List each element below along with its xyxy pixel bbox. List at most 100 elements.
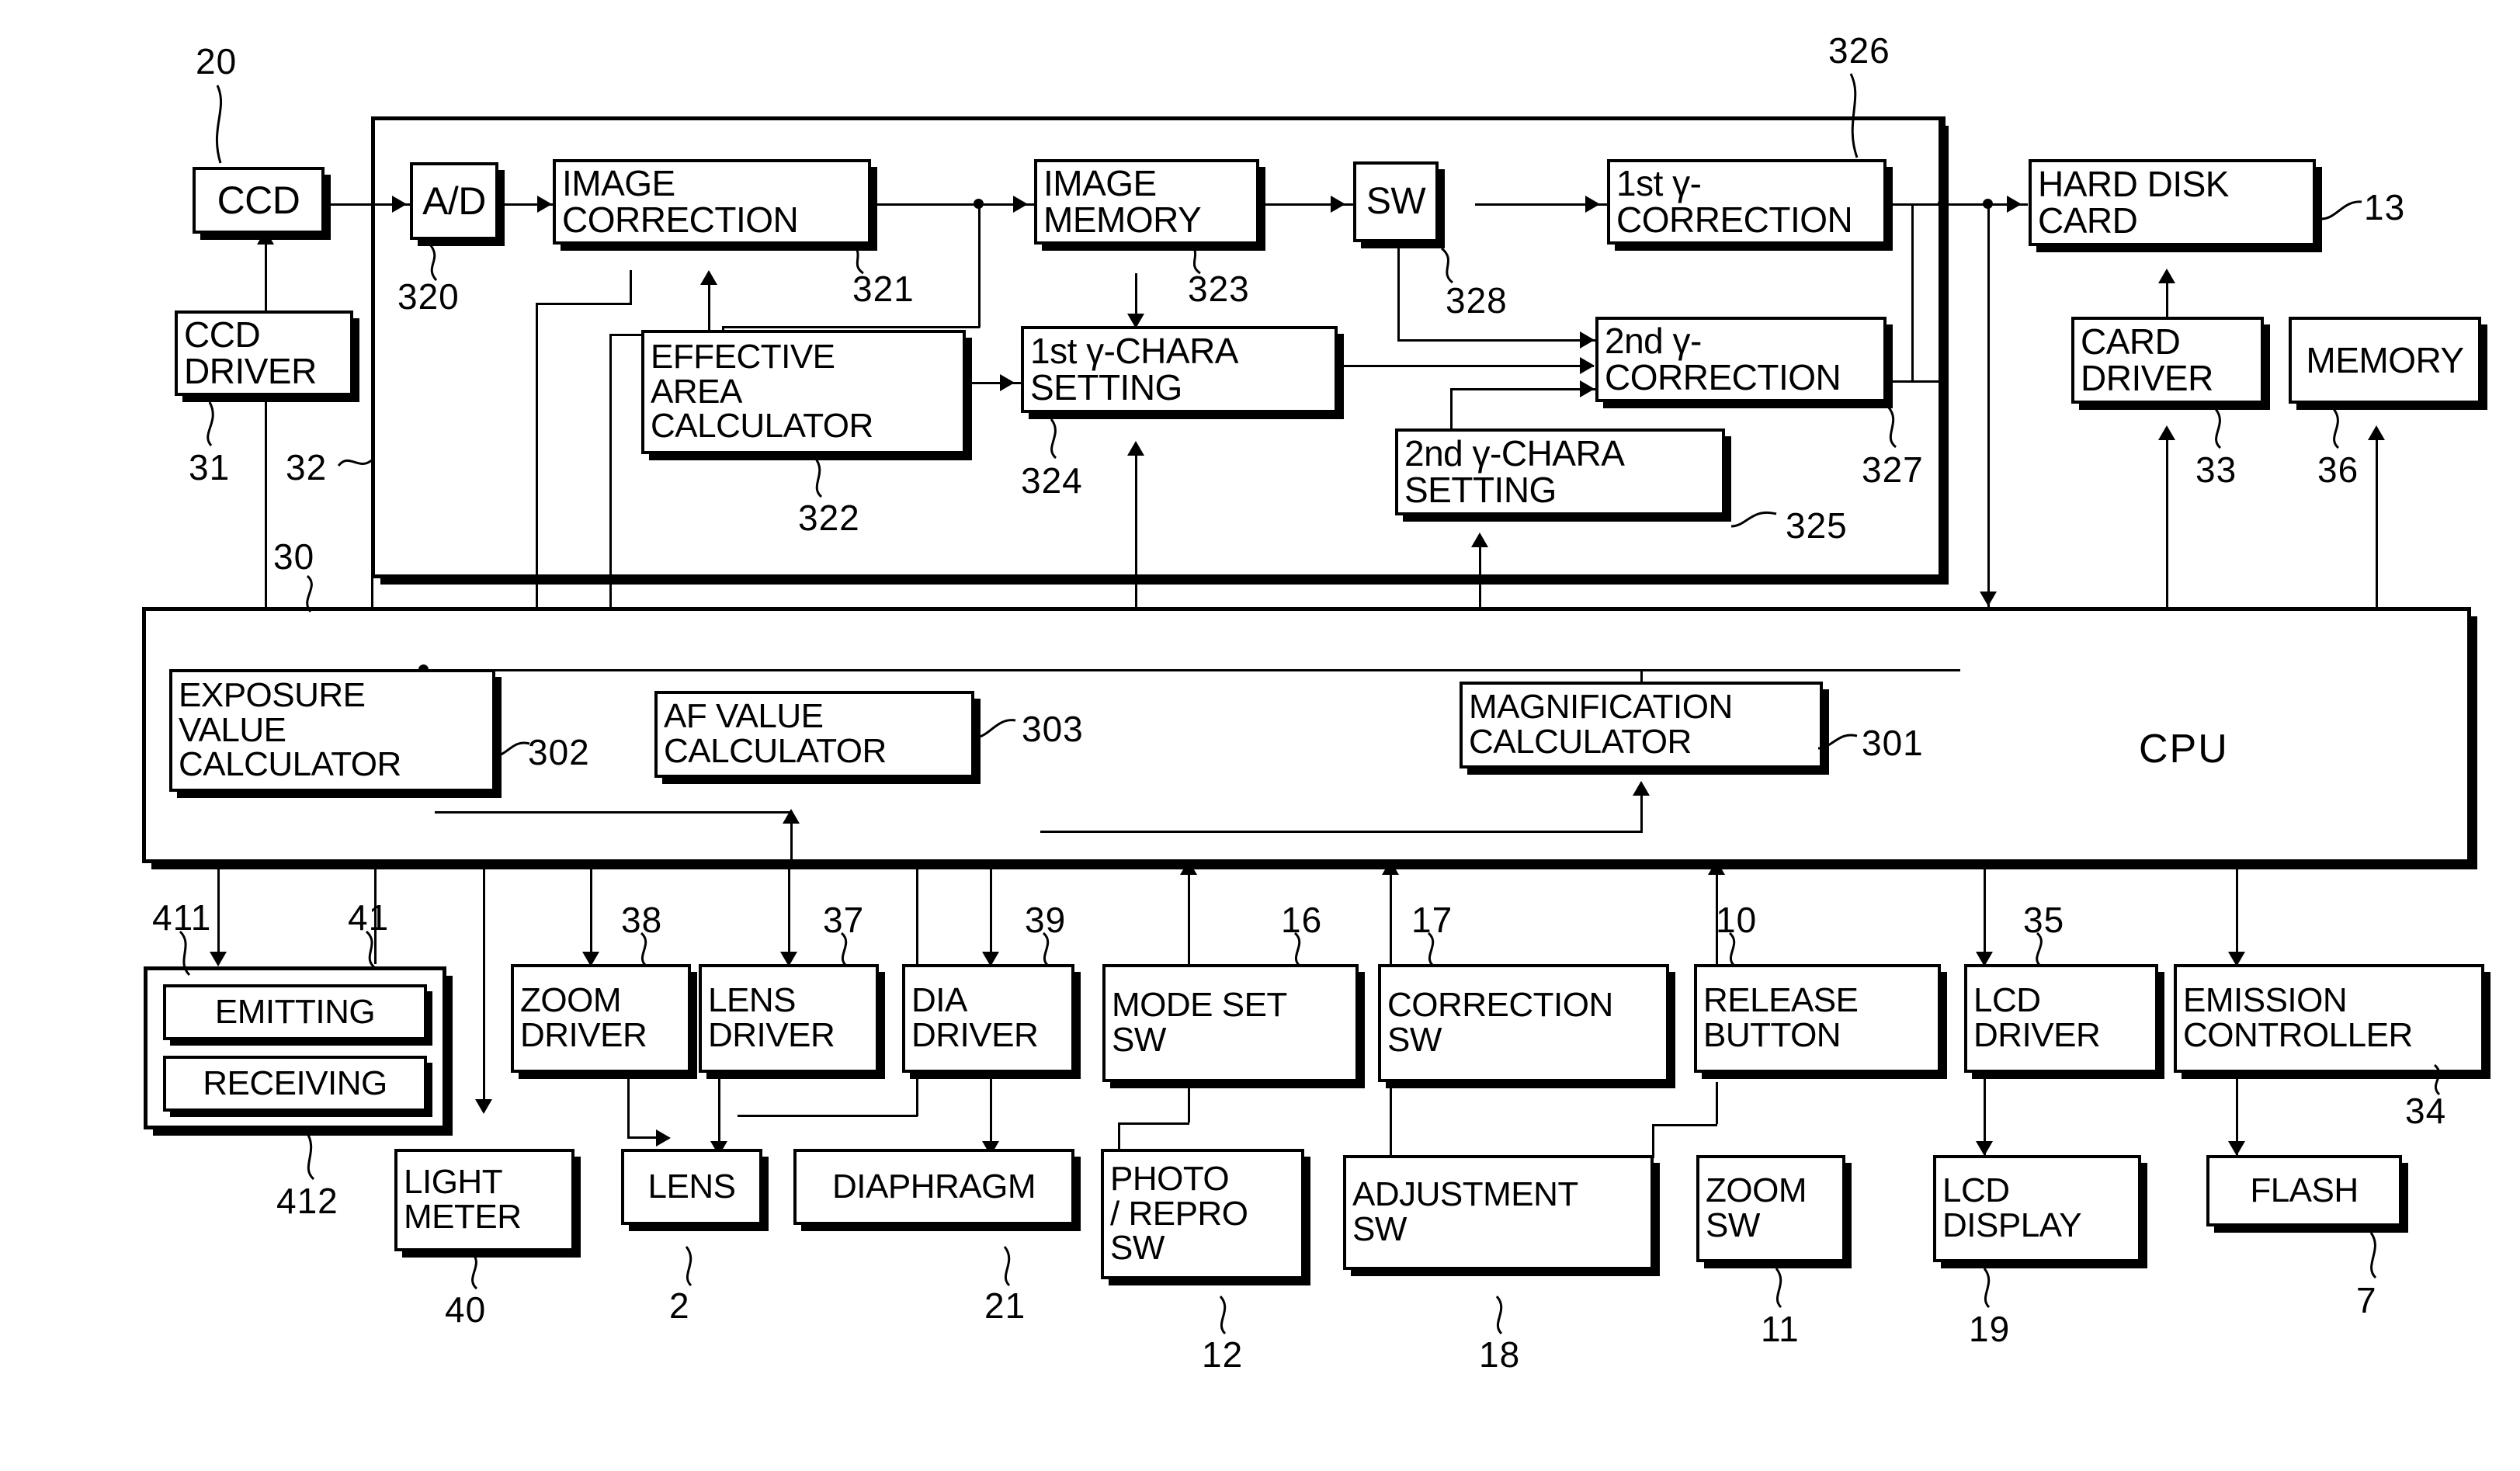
block-dia-driver[interactable]: DIA DRIVER: [902, 964, 1074, 1073]
block-gamma2-chara-line-0: 2nd γ-CHARA: [1404, 433, 1625, 474]
wire-cpu-to-lensdriver: [788, 863, 790, 964]
block-gamma2-correction[interactable]: 2nd γ- CORRECTION: [1595, 317, 1887, 402]
block-light-meter-line-0: LIGHT: [404, 1163, 503, 1202]
leader-32: [337, 449, 373, 481]
block-mode-set-sw[interactable]: MODE SET SW: [1102, 964, 1359, 1082]
leader-21: [1000, 1245, 1033, 1287]
leader-30: [301, 574, 334, 612]
block-correction-sw-line-1: SW: [1387, 1021, 1442, 1059]
block-lcd-display[interactable]: LCD DISPLAY: [1933, 1155, 2141, 1262]
block-adjustment-sw[interactable]: ADJUSTMENT SW: [1343, 1155, 1654, 1270]
block-emission-controller[interactable]: EMISSION CONTROLLER: [2174, 964, 2484, 1073]
block-dia-driver-line-0: DIA: [911, 981, 967, 1020]
block-release-button[interactable]: RELEASE BUTTON: [1694, 964, 1941, 1073]
block-gamma2-correction-line-0: 2nd γ-: [1605, 321, 1702, 362]
block-lens[interactable]: LENS: [621, 1149, 762, 1225]
block-gamma2-chara-setting[interactable]: 2nd γ-CHARA SETTING: [1395, 428, 1725, 515]
arrow-into-afcalc: [783, 809, 800, 824]
patent-figure-canvas: CCD A/D IMAGE CORRECTION IMAGE MEMORY SW…: [0, 0, 2520, 1471]
block-lens-driver[interactable]: LENS DRIVER: [699, 964, 879, 1073]
wire-cpu-to-lightmeter: [483, 863, 485, 1112]
block-zoom-driver[interactable]: ZOOM DRIVER: [511, 964, 691, 1073]
leader-12: [1216, 1295, 1248, 1335]
block-af-value-calculator[interactable]: AF VALUE CALCULATOR: [654, 691, 974, 778]
leader-328: [1432, 247, 1465, 284]
block-hard-disk-card[interactable]: HARD DISK CARD: [2029, 159, 2316, 246]
block-card-driver[interactable]: CARD DRIVER: [2071, 317, 2264, 404]
arrow-to-imagememory: [1013, 196, 1028, 213]
block-gamma1-chara-setting[interactable]: 1st γ-CHARA SETTING: [1021, 326, 1338, 413]
block-lcd-driver[interactable]: LCD DRIVER: [1964, 964, 2158, 1073]
wire-photorepro-up: [1188, 1082, 1190, 1122]
block-effective-area-line-0: EFFECTIVE: [651, 337, 835, 376]
wire-imagecorrection-to-imagememory: [871, 203, 1034, 206]
wire-cpu-to-bus: [1987, 208, 1990, 609]
block-adjustment-sw-line-0: ADJUSTMENT: [1352, 1175, 1578, 1214]
block-lcd-display-line-1: DISPLAY: [1942, 1206, 2082, 1244]
block-gamma1-correction[interactable]: 1st γ- CORRECTION: [1607, 159, 1887, 245]
leader-35: [2029, 932, 2062, 967]
block-correction-sw[interactable]: CORRECTION SW: [1378, 964, 1669, 1082]
wire-cpu-to-gamma1chara: [1135, 444, 1137, 609]
leader-37: [837, 932, 870, 967]
block-emission-controller-line-1: CONTROLLER: [2183, 1016, 2413, 1054]
junction-dot-cpu-bus: [1983, 199, 1993, 209]
wire-node-left-effarea: [722, 326, 980, 328]
ref-19: 19: [1969, 1309, 2011, 1349]
ref-11: 11: [1761, 1309, 1800, 1349]
block-sw[interactable]: SW: [1353, 161, 1439, 242]
ref-324: 324: [1021, 460, 1083, 501]
leader-16: [1290, 932, 1323, 967]
block-photo-repro-sw[interactable]: PHOTO / REPRO SW: [1101, 1149, 1304, 1279]
block-strobe-emitting[interactable]: EMITTING: [163, 984, 427, 1040]
ref-13: 13: [2364, 187, 2406, 227]
wire-zoomsw-up: [1716, 1082, 1718, 1124]
block-light-meter[interactable]: LIGHT METER: [394, 1149, 574, 1251]
block-magnification-calculator[interactable]: MAGNIFICATION CALCULATOR: [1460, 682, 1823, 768]
wire-cpu-to-diadriver: [990, 863, 992, 964]
ref-326: 326: [1828, 30, 1890, 71]
block-ccd-driver[interactable]: CCD DRIVER: [175, 311, 353, 396]
block-image-correction[interactable]: IMAGE CORRECTION: [553, 159, 871, 245]
block-diaphragm[interactable]: DIAPHRAGM: [793, 1149, 1074, 1225]
ref-12: 12: [1202, 1334, 1244, 1375]
leader-326: [1846, 73, 1879, 158]
leader-17: [1424, 932, 1456, 967]
leader-7: [2365, 1231, 2397, 1279]
leader-412: [300, 1129, 332, 1181]
block-lens-line-0: LENS: [647, 1167, 736, 1206]
arrow-gamma2chara-to-gamma2corr: [1580, 380, 1595, 397]
block-gamma1-chara-line-0: 1st γ-CHARA: [1030, 331, 1238, 372]
ref-2: 2: [669, 1285, 690, 1326]
leader-20: [211, 85, 244, 164]
block-exposure-value-calculator[interactable]: EXPOSURE VALUE CALCULATOR: [169, 669, 495, 792]
block-memory[interactable]: MEMORY: [2289, 317, 2481, 404]
block-flash[interactable]: FLASH: [2206, 1155, 2402, 1226]
block-lcd-driver-line-0: LCD: [1973, 981, 2041, 1020]
block-dia-driver-line-1: DRIVER: [911, 1016, 1039, 1054]
wire-adjustmentsw-up: [1390, 1082, 1392, 1155]
block-ad[interactable]: A/D: [410, 162, 498, 240]
block-ccd-driver-line-0: CCD: [184, 314, 261, 356]
block-image-memory[interactable]: IMAGE MEMORY: [1034, 159, 1259, 245]
block-zoom-driver-line-0: ZOOM: [520, 981, 621, 1020]
leader-302: [493, 736, 530, 768]
arrow-correctionsw-to-cpu: [1382, 860, 1399, 875]
ref-412: 412: [276, 1181, 338, 1221]
block-ccd[interactable]: CCD: [193, 167, 325, 234]
block-strobe-receiving-label: RECEIVING: [203, 1064, 387, 1102]
arrow-into-magnifcalc: [1633, 781, 1650, 796]
ref-303: 303: [1022, 709, 1084, 749]
ref-325: 325: [1786, 505, 1848, 546]
block-image-memory-line-1: MEMORY: [1043, 199, 1202, 240]
block-effective-area-calculator[interactable]: EFFECTIVE AREA CALCULATOR: [641, 330, 966, 454]
leader-10: [1725, 932, 1758, 967]
block-zoom-sw[interactable]: ZOOM SW: [1696, 1155, 1845, 1262]
block-af-line-1: CALCULATOR: [664, 732, 887, 770]
block-ad-line-0: A/D: [422, 179, 486, 223]
block-strobe-receiving[interactable]: RECEIVING: [163, 1056, 427, 1112]
arrow-to-harddiskcard: [2007, 196, 2022, 213]
block-flash-line-0: FLASH: [2250, 1171, 2359, 1209]
block-photo-repro-sw-line-0: PHOTO: [1110, 1159, 1230, 1198]
block-effective-area-line-1: AREA: [651, 372, 742, 411]
